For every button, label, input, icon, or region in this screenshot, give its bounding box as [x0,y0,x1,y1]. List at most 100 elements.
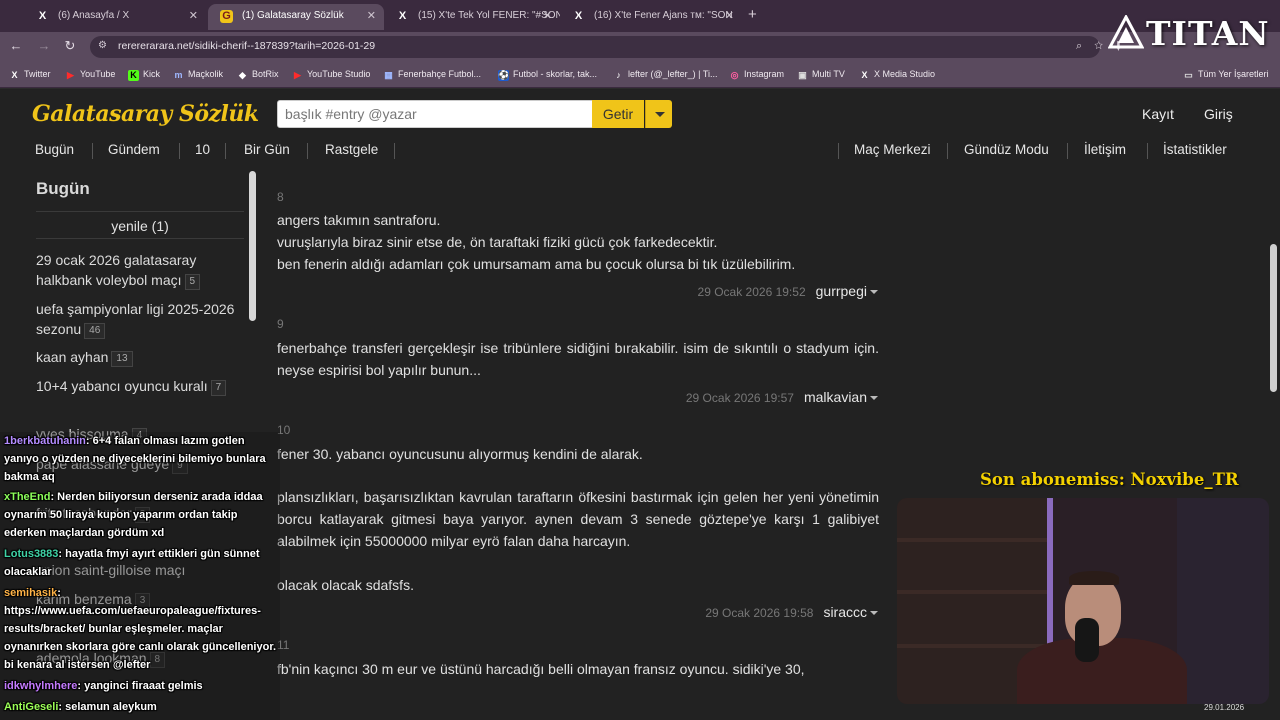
bookmark-multi-tv[interactable]: ▣ Multi TV [797,69,845,81]
titan-logo-icon [1108,15,1144,49]
nav-rastgele[interactable]: Rastgele [325,142,378,157]
webcam-feed [897,498,1269,704]
nav-iletisim[interactable]: İletişim [1084,142,1126,157]
page-scrollbar[interactable] [1270,244,1277,392]
shelf-board [897,538,1047,542]
bookmark-label: Tüm Yer İşaretleri [1198,69,1269,79]
back-icon[interactable]: ← [8,38,24,53]
bookmark-tiktok-lefter[interactable]: ♪ lefter (@_lefter_) | Ti... [613,69,718,81]
tab-fener-ajans[interactable]: X (16) X'te Fener Ajans ᴛᴍ: "SON ✕ [560,4,742,30]
close-tab-icon[interactable]: ✕ [543,4,552,28]
bookmark-x-media-studio[interactable]: X X Media Studio [859,69,935,81]
entry-body: olacak olacak sdafsfs. [277,577,414,593]
tab-tek-yol-fener[interactable]: X (15) X'te Tek Yol FENER: "#SON ✕ [384,4,560,30]
new-tab-button[interactable]: + [748,6,757,23]
caret-down-icon[interactable] [870,396,878,400]
sidebar-topic[interactable]: kaan ayhan 13 [36,348,244,368]
bookmark-label: Futbol - skorlar, tak... [513,69,598,79]
tab-title: (16) X'te Fener Ajans ᴛᴍ: "SON [594,10,733,21]
x-logo-icon: X [38,10,47,22]
entry-body: angers takımın santraforu. vuruşlarıyla … [277,212,796,272]
reload-icon[interactable]: ↻ [62,38,78,54]
bookmark-kick[interactable]: K Kick [128,69,160,81]
sidebar-topic[interactable]: uefa şampiyonlar ligi 2025-2026 sezonu 46 [36,300,244,339]
all-bookmarks[interactable]: ▭ Tüm Yer İşaretleri [1183,69,1269,81]
forward-icon[interactable]: → [36,38,52,53]
caret-down-icon[interactable] [870,611,878,615]
entry-author[interactable]: malkavian [804,389,867,405]
fenerbahce-icon: ▦ [384,70,393,80]
entry-body: plansızlıkları, başarısızlıktan kavrulan… [277,489,879,549]
nav-bugun[interactable]: Bugün [35,142,74,157]
close-tab-icon[interactable]: ✕ [367,4,376,28]
mackolik-icon: m [174,70,183,80]
nav-bir-gun[interactable]: Bir Gün [244,142,290,157]
search-box [277,100,593,128]
tiktok-icon: ♪ [616,70,621,80]
browser-toolbar: ← → ↻ ⚙ rerererarara.net/sidiki-cherif--… [0,32,1280,62]
search-button[interactable]: Getir [592,100,644,128]
topic-title: kaan ayhan [36,349,109,365]
bookmark-instagram[interactable]: ◎ Instagram [729,69,784,81]
nav-divider [1067,143,1068,159]
nav-gunduz-modu[interactable]: Gündüz Modu [964,142,1049,157]
nav-divider [1147,143,1148,159]
nav-divider [92,143,93,159]
search-options-dropdown[interactable] [645,100,672,128]
entry-author[interactable]: siraccc [823,604,867,620]
register-link[interactable]: Kayıt [1142,106,1174,122]
bookmark-youtube-studio[interactable]: ▶ YouTube Studio [292,69,370,81]
kick-icon: K [128,70,139,81]
tab-galatasaray-sozluk[interactable]: G (1) Galatasaray Sözlük ✕ [208,4,384,30]
caret-down-icon[interactable] [870,290,878,294]
chat-username: semihasik [4,587,58,599]
entry-number[interactable]: 9 [277,317,284,331]
entry-date[interactable]: 29 Ocak 2026 19:52 [698,285,806,299]
close-tab-icon[interactable]: ✕ [725,4,734,28]
nav-divider [225,143,226,159]
folder-icon: ▭ [1184,70,1193,80]
bookmark-twitter[interactable]: X Twitter [9,69,50,81]
bookmark-label: Fenerbahçe Futbol... [398,69,482,79]
x-logo-icon: X [398,10,407,22]
sidebar-topic[interactable]: 29 ocak 2026 galatasaray halkbank voleyb… [36,251,244,290]
stream-chat-overlay: 1berkbatuhanin: 6+4 falan olması lazım g… [0,432,280,720]
nav-gundem[interactable]: Gündem [108,142,160,157]
entry-author[interactable]: gurrpegi [816,283,867,299]
bookmark-futbol-skorlar[interactable]: ⚽ Futbol - skorlar, tak... [498,69,597,81]
topic-title: 10+4 yabancı oyuncu kuralı [36,378,208,394]
bookmark-fenerbahce[interactable]: ▦ Fenerbahçe Futbol... [383,69,481,81]
site-logo[interactable]: Galatasaray Sözlük [32,101,259,127]
nav-mac-merkezi[interactable]: Maç Merkezi [854,142,931,157]
close-tab-icon[interactable]: ✕ [189,4,198,28]
taskbar-date: 29.01.2026 [1204,703,1245,712]
nav-top-10[interactable]: 10 [195,142,210,157]
latest-subscriber-banner: Son abonemiss: Noxvibe_TR [980,470,1239,489]
chat-message: xTheEnd: Nerden biliyorsun derseniz arad… [4,488,278,542]
refresh-button[interactable]: yenile (1) [36,211,244,239]
entry-date[interactable]: 29 Ocak 2026 19:58 [705,606,813,620]
youtube-studio-icon: ▶ [294,70,301,80]
flashscore-icon: ⚽ [498,70,510,81]
bookmark-botrix[interactable]: ◆ BotRix [237,69,278,81]
entry-count-badge: 7 [210,380,227,396]
nav-istatistikler[interactable]: İstatistikler [1163,142,1227,157]
login-link[interactable]: Giriş [1204,106,1233,122]
entry-date[interactable]: 29 Ocak 2026 19:57 [686,391,794,405]
sidebar-scrollbar[interactable] [249,171,256,321]
sidebar-topic[interactable]: 10+4 yabancı oyuncu kuralı 7 [36,377,244,397]
address-bar[interactable]: ⚙ rerererarara.net/sidiki-cherif--187839… [90,36,1100,58]
bookmark-youtube[interactable]: ▶ YouTube [65,69,115,81]
streamer-body [1017,638,1187,704]
site-info-icon[interactable]: ⚙ [98,40,107,51]
bookmark-label: lefter (@_lefter_) | Ti... [628,69,718,79]
chat-text: : https://www.uefa.com/uefaeuropaleague/… [4,587,277,671]
tab-anasayfa[interactable]: X (6) Anasayfa / X ✕ [24,4,206,30]
bookmark-label: YouTube [80,69,116,79]
entry-number[interactable]: 8 [277,190,284,204]
chat-username: idkwhylmhere [4,680,78,692]
multi-tv-icon: ▣ [798,70,807,80]
nav-divider [179,143,180,159]
search-input[interactable] [278,101,592,127]
bookmark-mackolik[interactable]: m Maçkolik [173,69,223,81]
